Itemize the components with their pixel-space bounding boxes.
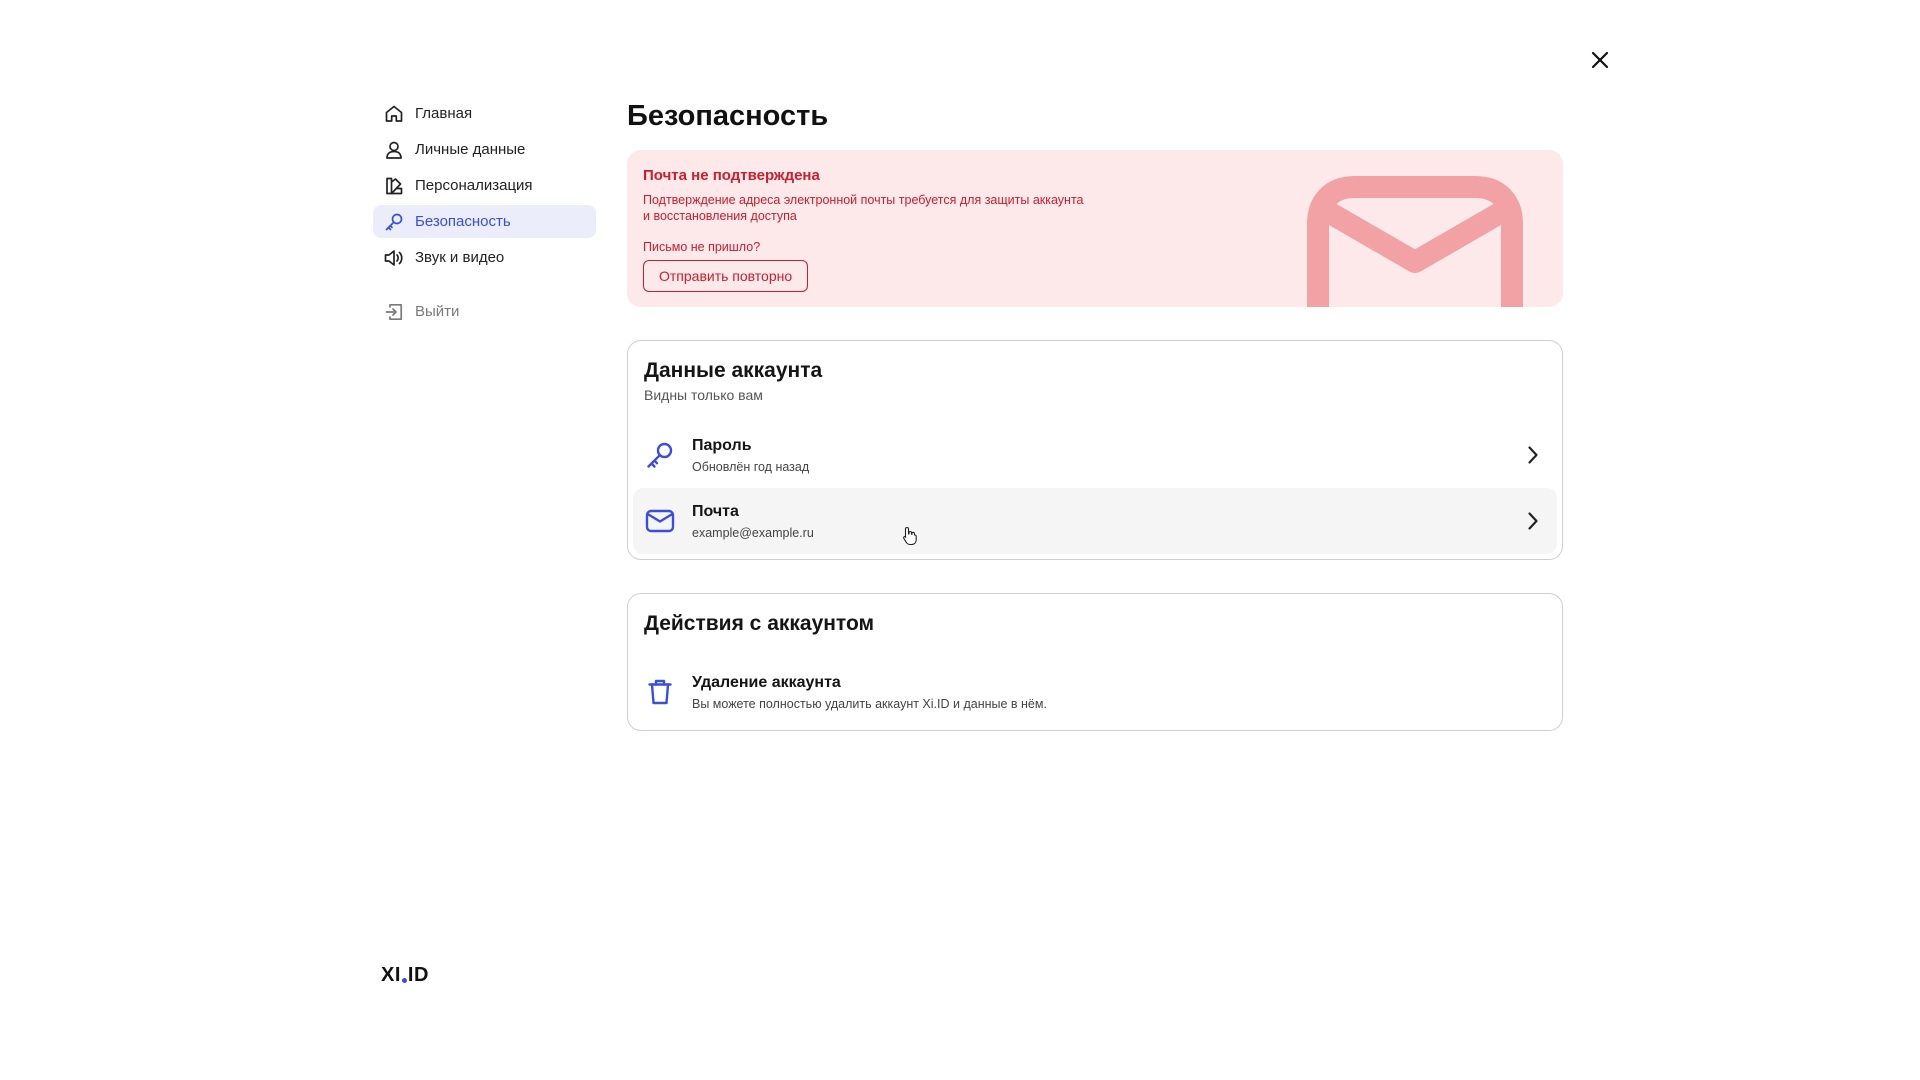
page-title: Безопасность <box>627 100 829 132</box>
key-icon <box>644 439 676 471</box>
speaker-icon <box>383 247 405 269</box>
account-data-card: Данные аккаунта Видны только вам Пароль … <box>627 340 1563 560</box>
sidebar-item-label: Звук и видео <box>415 249 505 266</box>
user-icon <box>383 139 405 161</box>
key-icon <box>383 211 405 233</box>
logout-label: Выйти <box>415 303 460 320</box>
home-icon <box>383 103 405 125</box>
sidebar-item-sound-video[interactable]: Звук и видео <box>373 241 596 274</box>
delete-account-row[interactable]: Удаление аккаунта Вы можете полностью уд… <box>633 659 1557 725</box>
sidebar-item-label: Персонализация <box>415 177 533 194</box>
row-subtitle: Вы можете полностью удалить аккаунт Xi.I… <box>692 696 1047 711</box>
hand-cursor-icon <box>902 526 918 551</box>
sidebar-item-label: Главная <box>415 105 473 122</box>
chevron-right-icon <box>1523 445 1543 465</box>
mail-icon <box>1307 176 1523 307</box>
resend-button[interactable]: Отправить повторно <box>643 260 809 292</box>
close-icon <box>1591 51 1609 69</box>
chevron-right-icon <box>1523 511 1543 531</box>
main-content: Безопасность Почта не подтверждена Подтв… <box>627 96 1563 731</box>
row-title: Почта <box>692 502 739 520</box>
mail-icon <box>644 505 676 537</box>
sidebar: Главная Личные данные Персонализация Без… <box>373 97 596 331</box>
row-subtitle: Обновлён год назад <box>692 459 810 474</box>
row-title: Пароль <box>692 436 752 454</box>
brand-dot <box>401 978 407 983</box>
brush-icon <box>383 175 405 197</box>
card-title: Данные аккаунта <box>644 359 823 382</box>
email-row[interactable]: Почта example@example.ru <box>633 488 1557 554</box>
brand-logo: XI ID <box>381 964 429 986</box>
logout-icon <box>383 301 405 323</box>
account-actions-card: Действия с аккаунтом Удаление аккаунта В… <box>627 593 1563 731</box>
sidebar-item-personal-data[interactable]: Личные данные <box>373 133 596 166</box>
close-button[interactable] <box>1586 46 1614 74</box>
trash-icon <box>644 676 676 708</box>
sidebar-item-home[interactable]: Главная <box>373 97 596 130</box>
email-unverified-alert: Почта не подтверждена Подтверждение адре… <box>627 150 1563 307</box>
sidebar-item-label: Безопасность <box>415 213 511 230</box>
sidebar-item-security[interactable]: Безопасность <box>373 205 596 238</box>
card-subtitle: Видны только вам <box>644 387 763 403</box>
logout-button[interactable]: Выйти <box>373 295 596 328</box>
sidebar-item-label: Личные данные <box>415 141 526 158</box>
sidebar-item-personalization[interactable]: Персонализация <box>373 169 596 202</box>
card-title: Действия с аккаунтом <box>644 612 875 635</box>
alert-text: Подтверждение адреса электронной почты т… <box>643 193 1084 223</box>
row-title: Удаление аккаунта <box>692 673 841 691</box>
password-row[interactable]: Пароль Обновлён год назад <box>633 422 1557 488</box>
row-subtitle: example@example.ru <box>692 525 814 540</box>
